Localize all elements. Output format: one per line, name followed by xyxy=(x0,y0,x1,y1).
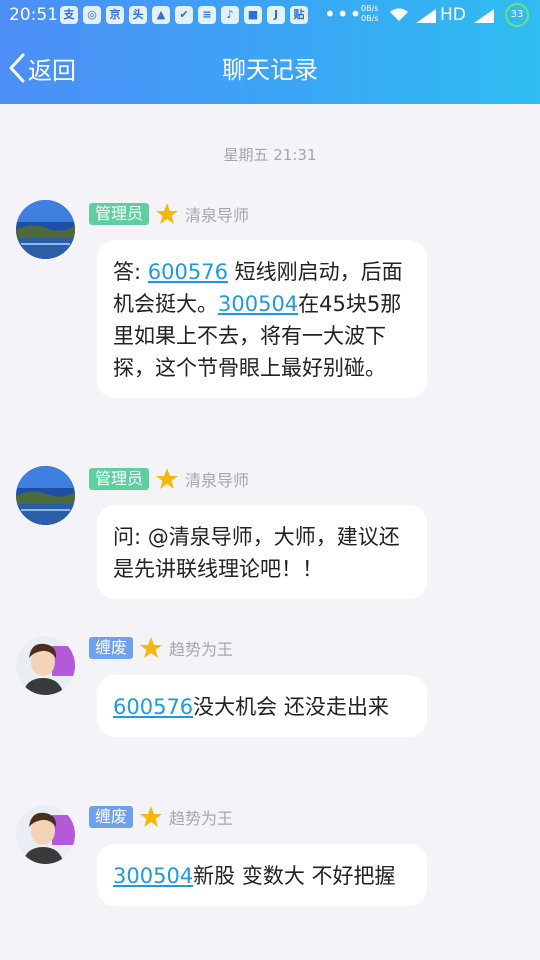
app-notification-icon: ◎ xyxy=(83,6,101,24)
app-notification-icon: ♪ xyxy=(221,6,239,24)
signal-icon xyxy=(416,9,436,23)
app-notification-icon: 京 xyxy=(106,6,124,24)
level-badge: 缠废 xyxy=(89,637,134,659)
app-notification-icon: ≡ xyxy=(198,6,216,24)
sender-meta: 管理员 清泉导师 xyxy=(89,202,249,226)
more-notifications-icon: ••• xyxy=(324,2,363,26)
stock-link[interactable]: 600576 xyxy=(113,695,193,719)
role-badge: 管理员 xyxy=(89,468,150,490)
message-bubble[interactable]: 问: @清泉导师，大师，建议还是先讲联线理论吧！！ xyxy=(97,505,427,599)
status-bar: 20:51 支 ◎ 京 头 ▲ ✔ ≡ ♪ ■ J 贴 ••• 0B/s 0B/… xyxy=(0,0,540,32)
header-bar: 20:51 支 ◎ 京 头 ▲ ✔ ≡ ♪ ■ J 贴 ••• 0B/s 0B/… xyxy=(0,0,540,104)
status-time: 20:51 xyxy=(9,5,58,25)
app-notification-icon: ■ xyxy=(244,6,262,24)
avatar[interactable] xyxy=(16,466,75,525)
network-type: HD xyxy=(440,5,466,25)
sender-meta: 缠废 趋势为王 xyxy=(89,636,233,660)
sender-meta: 管理员 清泉导师 xyxy=(89,467,249,491)
app-notification-icon: ▲ xyxy=(152,6,170,24)
sender-nickname: 清泉导师 xyxy=(185,206,250,225)
chat-timestamp: 星期五 21:31 xyxy=(223,146,317,164)
message-bubble[interactable]: 600576没大机会 还没走出来 xyxy=(97,675,427,737)
stock-link[interactable]: 600576 xyxy=(148,260,228,284)
net-up-speed: 0B/s xyxy=(361,4,379,13)
stock-link[interactable]: 300504 xyxy=(218,292,298,316)
message-text: 新股 变数大 不好把握 xyxy=(193,864,396,888)
app-notification-icon: J xyxy=(267,6,285,24)
star-icon xyxy=(140,637,163,658)
message-bubble[interactable]: 答: 600576 短线刚启动，后面机会挺大。300504在45块5那里如果上不… xyxy=(97,240,427,398)
level-badge: 缠废 xyxy=(89,806,134,828)
avatar[interactable] xyxy=(16,805,75,864)
battery-icon: 33 xyxy=(505,3,529,27)
avatar[interactable] xyxy=(16,200,75,259)
avatar[interactable] xyxy=(16,636,75,695)
role-badge: 管理员 xyxy=(89,203,150,225)
sender-nickname: 趋势为王 xyxy=(169,640,234,659)
sender-meta: 缠废 趋势为王 xyxy=(89,805,233,829)
app-notification-icon: ✔ xyxy=(175,6,193,24)
page-title: 聊天记录 xyxy=(222,56,318,84)
app-notification-icon: 贴 xyxy=(290,6,308,24)
message-text: 问: @清泉导师，大师，建议还是先讲联线理论吧！！ xyxy=(113,525,400,581)
message-bubble[interactable]: 300504新股 变数大 不好把握 xyxy=(97,844,427,906)
sender-nickname: 清泉导师 xyxy=(185,471,250,490)
app-notification-icon: 支 xyxy=(60,6,78,24)
sender-nickname: 趋势为王 xyxy=(169,809,234,828)
star-icon xyxy=(156,468,179,489)
message-text: 没大机会 还没走出来 xyxy=(193,695,389,719)
signal-icon xyxy=(474,9,494,23)
star-icon xyxy=(140,806,163,827)
star-icon xyxy=(156,203,179,224)
wifi-icon xyxy=(390,8,408,21)
app-notification-icon: 头 xyxy=(129,6,147,24)
stock-link[interactable]: 300504 xyxy=(113,864,193,888)
battery-level: 33 xyxy=(510,9,524,20)
notification-icons: 支 ◎ 京 头 ▲ ✔ ≡ ♪ ■ J 贴 xyxy=(60,6,308,24)
message-text: 答: xyxy=(113,260,148,284)
network-speed: 0B/s 0B/s xyxy=(361,4,378,24)
net-down-speed: 0B/s xyxy=(361,14,379,23)
